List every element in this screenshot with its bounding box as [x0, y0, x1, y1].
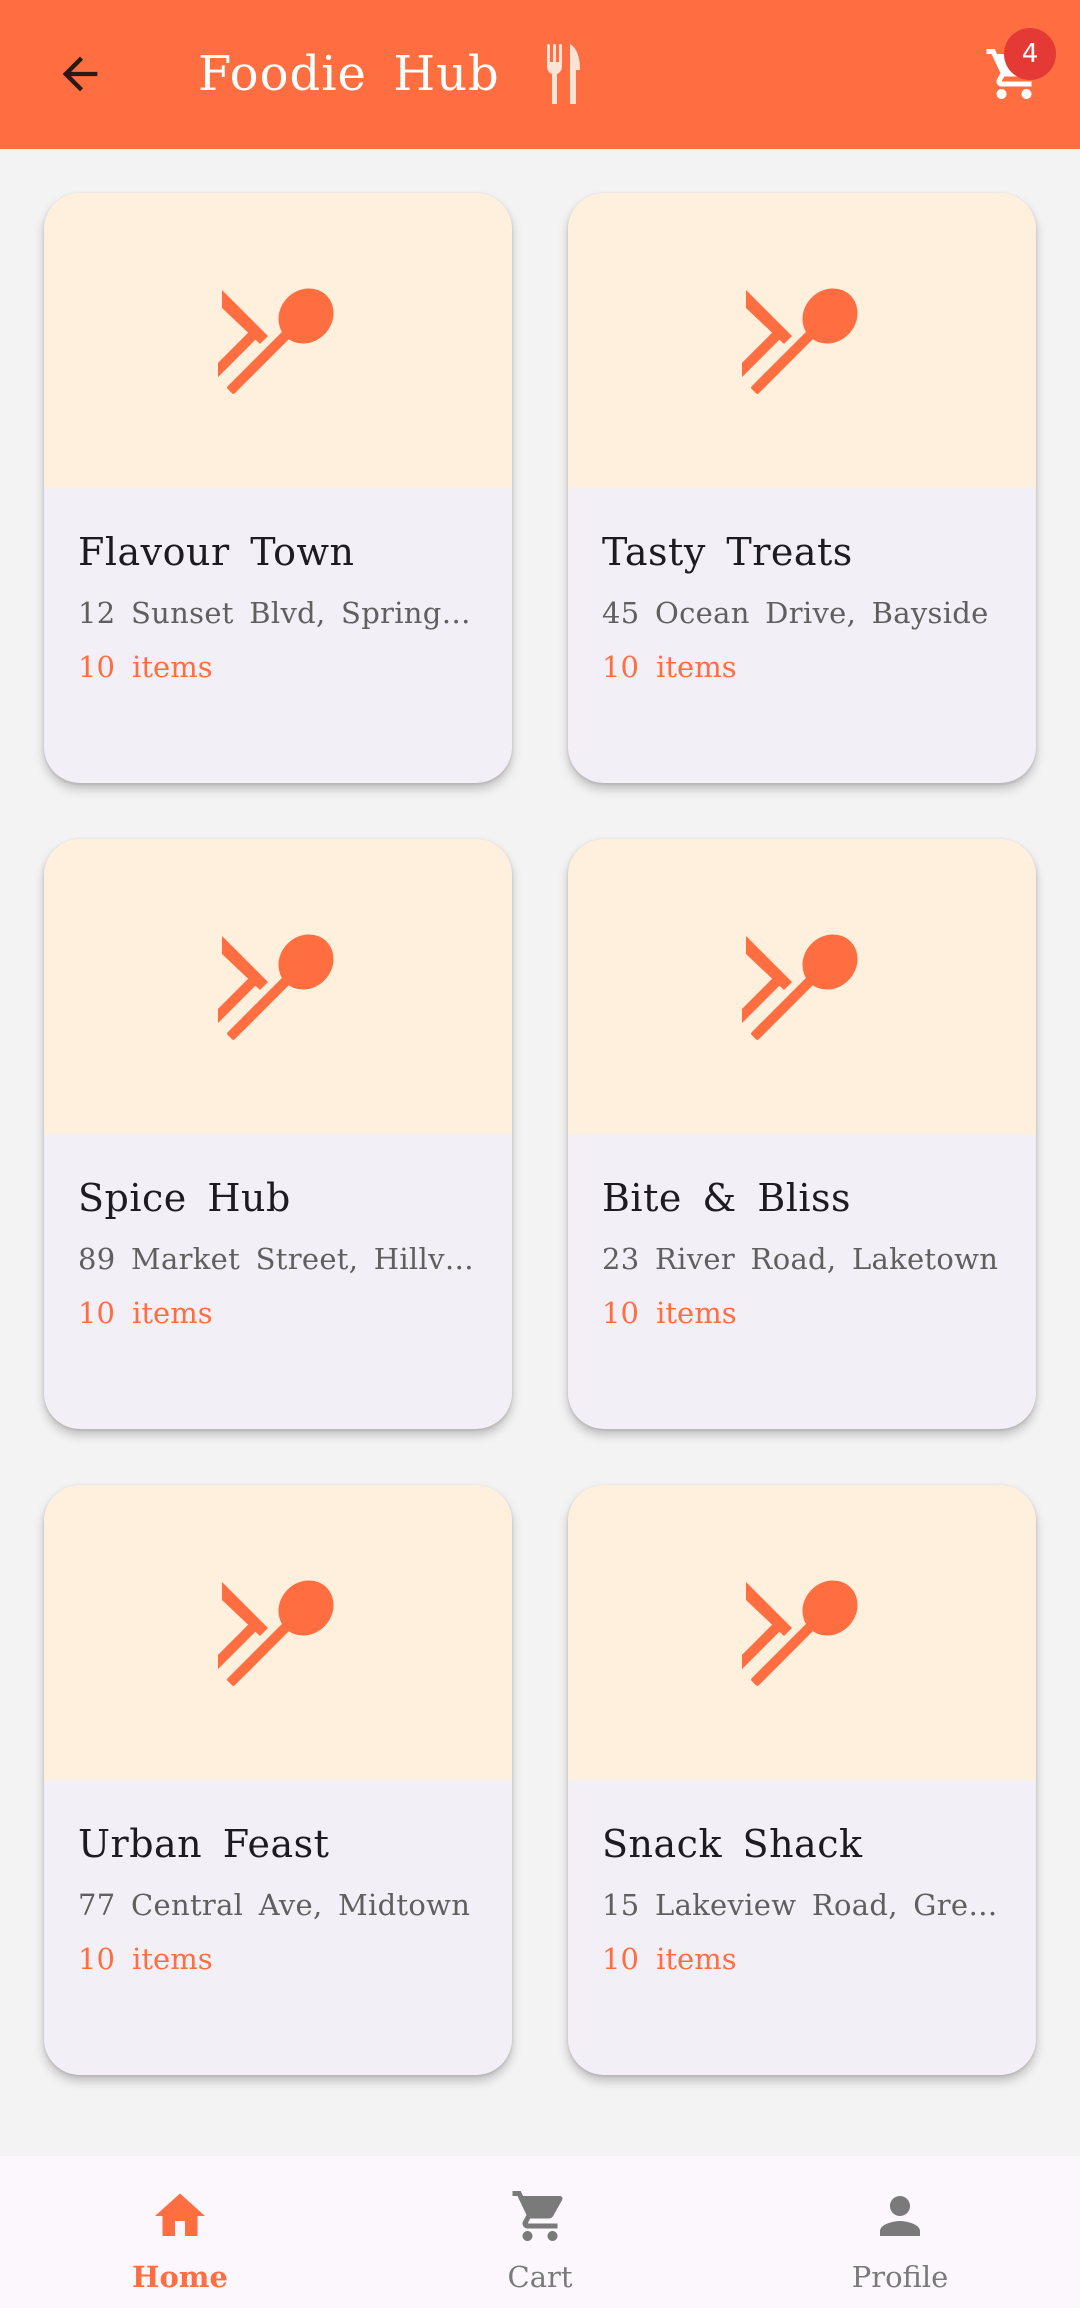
restaurant-name: Bite & Bliss — [602, 1176, 852, 1220]
restaurant-icon — [218, 287, 334, 396]
restaurant-address: 23 River Road, Laketown — [602, 1242, 999, 1276]
restaurant-card[interactable]: Flavour Town 12 Sunset Blvd, Springfield… — [44, 193, 512, 783]
card-image — [568, 839, 1036, 1134]
card-body: Snack Shack 15 Lakeview Road, Greenfield… — [568, 1780, 1036, 1976]
restaurant-name: Flavour Town — [78, 530, 355, 574]
card-image — [568, 193, 1036, 488]
card-image — [44, 193, 512, 488]
restaurant-card[interactable]: Spice Hub 89 Market Street, Hillview 10 … — [44, 839, 512, 1429]
card-body: Bite & Bliss 23 River Road, Laketown 10 … — [568, 1134, 1036, 1330]
shopping-cart-icon — [510, 2184, 570, 2248]
app-bar: Foodie Hub 4 — [0, 0, 1080, 149]
fork-knife-icon — [546, 44, 580, 104]
restaurant-icon — [742, 1579, 858, 1688]
card-image — [568, 1485, 1036, 1780]
restaurant-grid: Flavour Town 12 Sunset Blvd, Springfield… — [44, 193, 1036, 2075]
restaurant-name: Tasty Treats — [602, 530, 853, 574]
back-button[interactable] — [44, 38, 116, 110]
card-body: Spice Hub 89 Market Street, Hillview 10 … — [44, 1134, 512, 1330]
nav-cart-label: Cart — [507, 2260, 573, 2294]
restaurant-name: Snack Shack — [602, 1822, 863, 1866]
restaurant-card[interactable]: Tasty Treats 45 Ocean Drive, Bayside 10 … — [568, 193, 1036, 783]
item-count: 10 items — [78, 650, 213, 684]
item-count: 10 items — [78, 1942, 213, 1976]
person-icon — [870, 2184, 930, 2248]
card-image — [44, 839, 512, 1134]
nav-home[interactable]: Home — [0, 2156, 360, 2308]
restaurant-card[interactable]: Snack Shack 15 Lakeview Road, Greenfield… — [568, 1485, 1036, 2075]
card-body: Tasty Treats 45 Ocean Drive, Bayside 10 … — [568, 488, 1036, 684]
restaurant-icon — [742, 287, 858, 396]
restaurant-name: Urban Feast — [78, 1822, 330, 1866]
nav-home-label: Home — [132, 2260, 228, 2294]
restaurant-address: 89 Market Street, Hillview — [78, 1242, 478, 1276]
cart-count-badge: 4 — [1004, 28, 1056, 80]
restaurant-card[interactable]: Urban Feast 77 Central Ave, Midtown 10 i… — [44, 1485, 512, 2075]
restaurant-icon — [218, 933, 334, 1042]
card-body: Urban Feast 77 Central Ave, Midtown 10 i… — [44, 1780, 512, 1976]
restaurant-address: 15 Lakeview Road, Greenfield — [602, 1888, 1002, 1922]
item-count: 10 items — [602, 650, 737, 684]
card-body: Flavour Town 12 Sunset Blvd, Springfield… — [44, 488, 512, 684]
restaurant-icon — [742, 933, 858, 1042]
nav-profile[interactable]: Profile — [720, 2156, 1080, 2308]
nav-profile-label: Profile — [851, 2260, 949, 2294]
restaurant-address: 12 Sunset Blvd, Springfield — [78, 596, 478, 630]
bottom-navigation: Home Cart Profile — [0, 2156, 1080, 2308]
restaurant-name: Spice Hub — [78, 1176, 291, 1220]
restaurant-icon — [218, 1579, 334, 1688]
arrow-back-icon — [62, 56, 98, 92]
nav-cart[interactable]: Cart — [360, 2156, 720, 2308]
item-count: 10 items — [78, 1296, 213, 1330]
restaurant-address: 77 Central Ave, Midtown — [78, 1888, 471, 1922]
item-count: 10 items — [602, 1296, 737, 1330]
title-group: Foodie Hub — [198, 38, 584, 110]
restaurant-address: 45 Ocean Drive, Bayside — [602, 596, 989, 630]
card-image — [44, 1485, 512, 1780]
item-count: 10 items — [602, 1942, 737, 1976]
app-title: Foodie Hub — [198, 46, 500, 102]
home-icon — [150, 2184, 210, 2248]
restaurant-card[interactable]: Bite & Bliss 23 River Road, Laketown 10 … — [568, 839, 1036, 1429]
